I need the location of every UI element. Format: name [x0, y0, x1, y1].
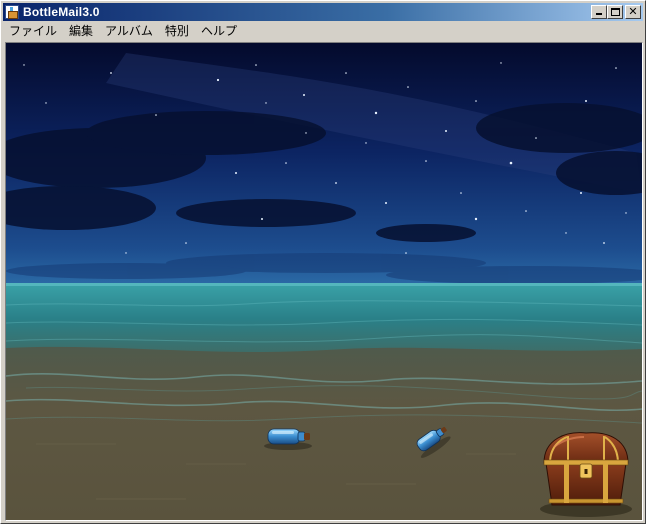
close-button[interactable]: ✕ — [625, 5, 641, 19]
beach-sand — [6, 346, 642, 520]
maximize-button[interactable] — [607, 5, 623, 19]
menu-edit[interactable]: 編集 — [63, 23, 99, 40]
app-window: BottleMail3.0 ✕ ファイル 編集 アルバム 特別 ヘルプ — [0, 0, 646, 524]
menu-special[interactable]: 特別 — [159, 23, 195, 40]
maximize-icon — [611, 8, 620, 16]
window-title: BottleMail3.0 — [23, 5, 100, 19]
minimize-icon — [596, 13, 602, 15]
beach-scene-view[interactable] — [5, 42, 643, 521]
menu-help[interactable]: ヘルプ — [195, 23, 243, 40]
menu-bar: ファイル 編集 アルバム 特別 ヘルプ — [3, 22, 643, 41]
window-controls: ✕ — [591, 5, 641, 19]
beach-scene — [6, 43, 642, 520]
sea — [6, 283, 642, 355]
treasure-chest-icon[interactable] — [540, 432, 632, 517]
title-bar[interactable]: BottleMail3.0 ✕ — [3, 3, 643, 21]
app-icon[interactable] — [5, 5, 19, 19]
menu-album[interactable]: アルバム — [99, 23, 159, 40]
menu-file[interactable]: ファイル — [3, 23, 63, 40]
close-icon: ✕ — [628, 5, 638, 18]
minimize-button[interactable] — [591, 5, 607, 19]
